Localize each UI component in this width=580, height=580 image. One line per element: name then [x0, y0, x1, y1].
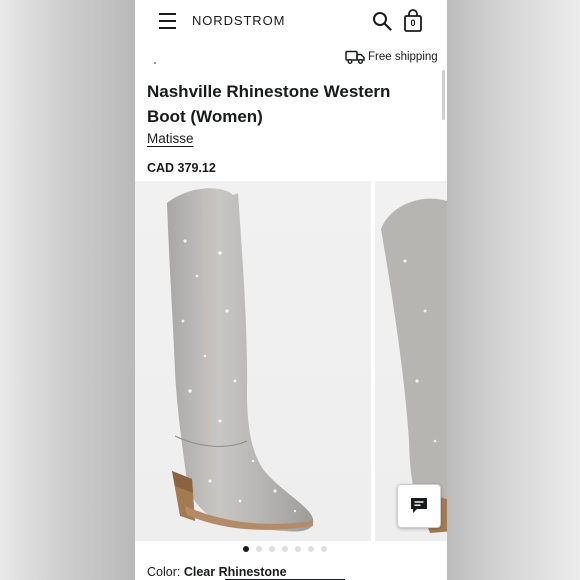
color-label: Color: — [147, 565, 181, 579]
background-right — [447, 0, 580, 580]
chat-icon — [411, 498, 427, 513]
search-icon[interactable] — [372, 11, 392, 31]
phone-screen: NORDSTROM 0 Free shipping Nashville Rhin… — [135, 0, 447, 580]
gallery-pagination — [243, 546, 334, 552]
scrollbar[interactable] — [442, 70, 445, 120]
gallery-dot-2[interactable] — [256, 546, 262, 552]
gallery-dot-4[interactable] — [282, 546, 288, 552]
brand-link[interactable]: Matisse — [147, 131, 194, 146]
gallery-dot-7[interactable] — [321, 546, 327, 552]
gallery-dot-5[interactable] — [295, 546, 301, 552]
product-title: Nashville Rhinestone Western Boot (Women… — [147, 82, 391, 126]
color-selector[interactable]: Color: Clear Rhinestone — [147, 565, 287, 579]
status-dot — [154, 62, 156, 64]
product-image-1[interactable] — [135, 181, 371, 541]
free-shipping-banner: Free shipping — [345, 48, 438, 66]
gallery-dot-6[interactable] — [308, 546, 314, 552]
background-left — [0, 0, 135, 580]
shopping-bag-button[interactable]: 0 — [403, 9, 423, 33]
free-shipping-label: Free shipping — [368, 51, 438, 63]
rhinestone-boot-image — [167, 188, 314, 532]
nordstrom-logo[interactable]: NORDSTROM — [192, 13, 285, 28]
product-price: CAD 379.12 — [147, 161, 216, 175]
gallery-dot-1[interactable] — [243, 546, 249, 552]
truck-icon — [345, 50, 365, 64]
color-value: Clear Rhinestone — [183, 565, 287, 579]
chat-button[interactable] — [397, 484, 441, 528]
hamburger-menu-icon[interactable] — [159, 13, 176, 29]
gallery-dot-3[interactable] — [269, 546, 275, 552]
bag-count: 0 — [410, 18, 416, 28]
